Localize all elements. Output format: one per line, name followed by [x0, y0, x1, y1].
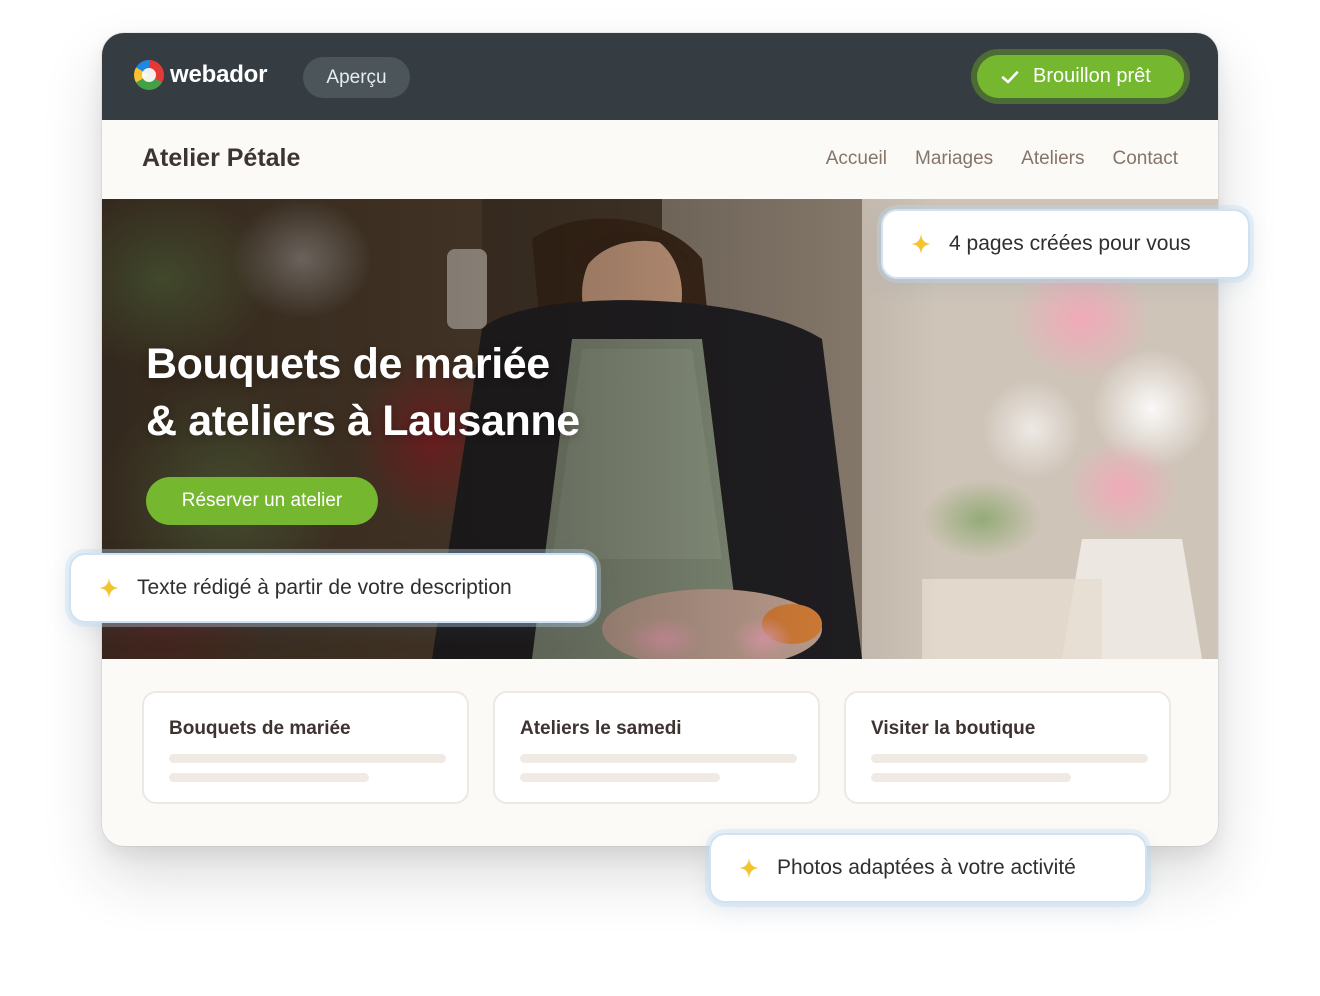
book-workshop-button[interactable]: Réserver un atelier [146, 477, 378, 525]
callout-text: 4 pages créées pour vous [949, 232, 1191, 255]
nav-link-accueil[interactable]: Accueil [826, 148, 887, 170]
webador-logo[interactable]: webador [134, 60, 267, 90]
callout-text: Texte rédigé à partir de votre descripti… [137, 576, 512, 599]
text-placeholder-line [520, 754, 797, 763]
text-placeholder-line [169, 754, 446, 763]
nav-link-contact[interactable]: Contact [1113, 148, 1178, 170]
preview-button[interactable]: Aperçu [303, 57, 410, 98]
sparkle-icon [911, 234, 931, 254]
hero-title: Bouquets de mariée & ateliers à Lausanne [146, 336, 580, 450]
editor-topbar: webador Aperçu Brouillon prêt [102, 33, 1218, 120]
hero-title-line-1: Bouquets de mariée [146, 340, 550, 388]
text-placeholder-line [169, 773, 369, 782]
callout-pages-created: 4 pages créées pour vous [881, 209, 1250, 279]
check-icon [1001, 70, 1019, 83]
callout-photos-adapted: Photos adaptées à votre activité [709, 833, 1147, 903]
logo-text: webador [170, 61, 268, 88]
site-brand[interactable]: Atelier Pétale [142, 144, 300, 173]
text-placeholder-line [520, 773, 720, 782]
card-title: Bouquets de mariée [169, 718, 351, 739]
draft-status-label: Brouillon prêt [1033, 65, 1151, 87]
sparkle-icon [99, 578, 119, 598]
card-ateliers[interactable]: Ateliers le samedi [493, 691, 820, 804]
text-placeholder-line [871, 773, 1071, 782]
site-header: Atelier Pétale Accueil Mariages Ateliers… [102, 120, 1218, 199]
editor-window: webador Aperçu Brouillon prêt Atelier Pé… [102, 33, 1218, 846]
webador-logo-icon [134, 60, 164, 90]
card-boutique[interactable]: Visiter la boutique [844, 691, 1171, 804]
draft-status-pill: Brouillon prêt [977, 55, 1184, 98]
nav-link-mariages[interactable]: Mariages [915, 148, 993, 170]
text-placeholder-line [871, 754, 1148, 763]
hero-title-line-2: & ateliers à Lausanne [146, 397, 580, 445]
callout-text-written: Texte rédigé à partir de votre descripti… [69, 553, 597, 623]
card-bouquets[interactable]: Bouquets de mariée [142, 691, 469, 804]
feature-cards: Bouquets de mariée Ateliers le samedi Vi… [142, 691, 1171, 804]
card-title: Visiter la boutique [871, 718, 1036, 739]
site-nav: Accueil Mariages Ateliers Contact [826, 148, 1178, 170]
nav-link-ateliers[interactable]: Ateliers [1021, 148, 1084, 170]
draft-status-badge: Brouillon prêt [971, 49, 1190, 104]
sparkle-icon [739, 858, 759, 878]
card-title: Ateliers le samedi [520, 718, 682, 739]
callout-text: Photos adaptées à votre activité [777, 856, 1076, 879]
